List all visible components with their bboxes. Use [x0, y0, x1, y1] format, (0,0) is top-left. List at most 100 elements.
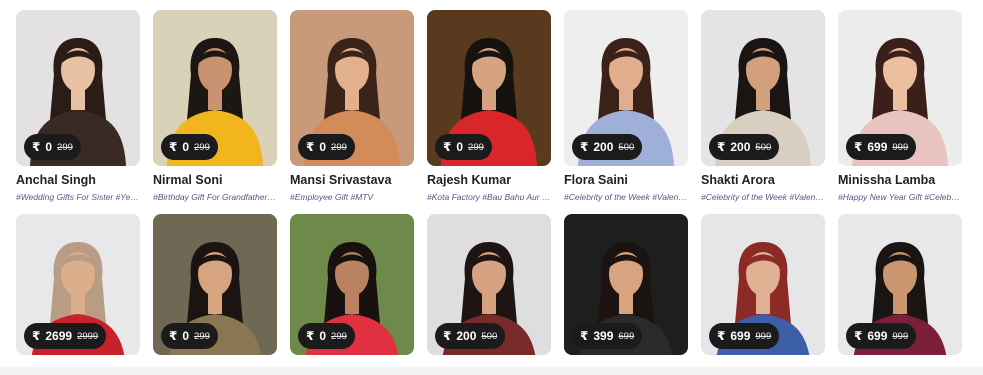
price-value: 699 — [730, 329, 751, 343]
celebrity-card[interactable]: ₹ 200 500 Shakti Arora #Celebrity of the… — [701, 10, 825, 202]
rupee-icon: ₹ — [306, 329, 315, 343]
price-value: 0 — [319, 329, 327, 343]
price-badge: ₹ 200 500 — [709, 134, 780, 160]
price-value: 200 — [456, 329, 477, 343]
price-badge: ₹ 0 299 — [298, 323, 355, 349]
celebrity-name[interactable]: Mansi Srivastava — [290, 173, 414, 187]
celebrity-card[interactable]: ₹ 399 699 — [564, 214, 688, 355]
price-value: 0 — [45, 140, 53, 154]
celebrity-card[interactable]: ₹ 699 999 — [701, 214, 825, 355]
original-price: 299 — [194, 141, 210, 153]
original-price: 299 — [194, 330, 210, 342]
celebrity-photo[interactable]: ₹ 699 999 — [701, 214, 825, 355]
price-badge: ₹ 200 500 — [435, 323, 506, 349]
celebrity-photo[interactable]: ₹ 200 500 — [427, 214, 551, 355]
celebrity-card[interactable]: ₹ 0 299 Mansi Srivastava #Employee Gift … — [290, 10, 414, 202]
celebrity-name[interactable]: Flora Saini — [564, 173, 688, 187]
celebrity-photo[interactable]: ₹ 0 299 — [153, 10, 277, 166]
celebrity-card[interactable]: ₹ 699 999 — [838, 214, 962, 355]
rupee-icon: ₹ — [854, 140, 863, 154]
celebrity-card[interactable]: ₹ 2699 2999 — [16, 214, 140, 355]
price-badge: ₹ 0 299 — [161, 323, 218, 349]
price-value: 0 — [182, 140, 190, 154]
rupee-icon: ₹ — [443, 329, 452, 343]
celebrity-photo[interactable]: ₹ 0 299 — [427, 10, 551, 166]
celebrity-tags[interactable]: #Employee Gift #MTV — [290, 192, 414, 202]
price-value: 200 — [730, 140, 751, 154]
price-badge: ₹ 699 999 — [846, 323, 917, 349]
original-price: 500 — [618, 141, 635, 153]
original-price: 500 — [481, 330, 498, 342]
rupee-icon: ₹ — [717, 140, 726, 154]
celebrity-tags[interactable]: #Birthday Gift For Grandfather #... — [153, 192, 277, 202]
rupee-icon: ₹ — [169, 140, 178, 154]
price-value: 399 — [593, 329, 614, 343]
celebrity-tags[interactable]: #Happy New Year Gift #Celebrity ... — [838, 192, 962, 202]
celebrity-photo[interactable]: ₹ 2699 2999 — [16, 214, 140, 355]
celebrity-name[interactable]: Rajesh Kumar — [427, 173, 551, 187]
celebrity-photo[interactable]: ₹ 699 999 — [838, 10, 962, 166]
celebrity-card[interactable]: ₹ 200 500 — [427, 214, 551, 355]
celebrity-photo[interactable]: ₹ 0 299 — [290, 10, 414, 166]
price-value: 200 — [593, 140, 614, 154]
celebrity-tags[interactable]: #Celebrity of the Week #Valentin... — [701, 192, 825, 202]
celebrity-photo[interactable]: ₹ 0 299 — [153, 214, 277, 355]
celebrity-tags[interactable]: #Kota Factory #Bau Bahu Aur Ba... — [427, 192, 551, 202]
price-value: 0 — [456, 140, 464, 154]
price-badge: ₹ 699 999 — [709, 323, 780, 349]
celebrity-photo[interactable]: ₹ 200 500 — [701, 10, 825, 166]
celebrity-photo[interactable]: ₹ 399 699 — [564, 214, 688, 355]
price-badge: ₹ 0 299 — [298, 134, 355, 160]
celebrity-card[interactable]: ₹ 200 500 Flora Saini #Celebrity of the … — [564, 10, 688, 202]
rupee-icon: ₹ — [580, 329, 589, 343]
price-badge: ₹ 399 699 — [572, 323, 643, 349]
celebrity-card[interactable]: ₹ 0 299 — [153, 214, 277, 355]
price-value: 699 — [867, 329, 888, 343]
original-price: 299 — [331, 330, 347, 342]
page-bottom-edge — [0, 367, 983, 375]
celebrity-name[interactable]: Nirmal Soni — [153, 173, 277, 187]
celebrity-photo[interactable]: ₹ 0 299 — [290, 214, 414, 355]
celebrity-name[interactable]: Minissha Lamba — [838, 173, 962, 187]
original-price: 299 — [331, 141, 347, 153]
rupee-icon: ₹ — [717, 329, 726, 343]
celebrity-tags[interactable]: #Celebrity of the Week #Valentin... — [564, 192, 688, 202]
celebrity-card[interactable]: ₹ 0 299 — [290, 214, 414, 355]
celebrity-photo[interactable]: ₹ 699 999 — [838, 214, 962, 355]
price-badge: ₹ 2699 2999 — [24, 323, 107, 349]
original-price: 2999 — [77, 330, 99, 342]
price-badge: ₹ 0 299 — [435, 134, 492, 160]
original-price: 699 — [618, 330, 635, 342]
celebrity-photo[interactable]: ₹ 0 299 — [16, 10, 140, 166]
rupee-icon: ₹ — [854, 329, 863, 343]
rupee-icon: ₹ — [306, 140, 315, 154]
celebrity-grid: ₹ 0 299 Anchal Singh #Wedding Gifts For … — [16, 10, 962, 355]
celebrity-card[interactable]: ₹ 0 299 Nirmal Soni #Birthday Gift For G… — [153, 10, 277, 202]
price-badge: ₹ 200 500 — [572, 134, 643, 160]
original-price: 999 — [755, 330, 772, 342]
celebrity-name[interactable]: Shakti Arora — [701, 173, 825, 187]
price-value: 699 — [867, 140, 888, 154]
price-badge: ₹ 0 299 — [161, 134, 218, 160]
original-price: 500 — [755, 141, 772, 153]
price-badge: ₹ 0 299 — [24, 134, 81, 160]
celebrity-card[interactable]: ₹ 0 299 Anchal Singh #Wedding Gifts For … — [16, 10, 140, 202]
rupee-icon: ₹ — [169, 329, 178, 343]
celebrity-photo[interactable]: ₹ 200 500 — [564, 10, 688, 166]
rupee-icon: ₹ — [32, 329, 41, 343]
price-value: 0 — [319, 140, 327, 154]
original-price: 299 — [468, 141, 484, 153]
price-value: 2699 — [45, 329, 73, 343]
celebrity-name[interactable]: Anchal Singh — [16, 173, 140, 187]
celebrity-card[interactable]: ₹ 699 999 Minissha Lamba #Happy New Year… — [838, 10, 962, 202]
original-price: 999 — [892, 141, 909, 153]
original-price: 299 — [57, 141, 73, 153]
original-price: 999 — [892, 330, 909, 342]
price-value: 0 — [182, 329, 190, 343]
price-badge: ₹ 699 999 — [846, 134, 917, 160]
celebrity-tags[interactable]: #Wedding Gifts For Sister #Yeh Ka... — [16, 192, 140, 202]
rupee-icon: ₹ — [580, 140, 589, 154]
rupee-icon: ₹ — [443, 140, 452, 154]
rupee-icon: ₹ — [32, 140, 41, 154]
celebrity-card[interactable]: ₹ 0 299 Rajesh Kumar #Kota Factory #Bau … — [427, 10, 551, 202]
